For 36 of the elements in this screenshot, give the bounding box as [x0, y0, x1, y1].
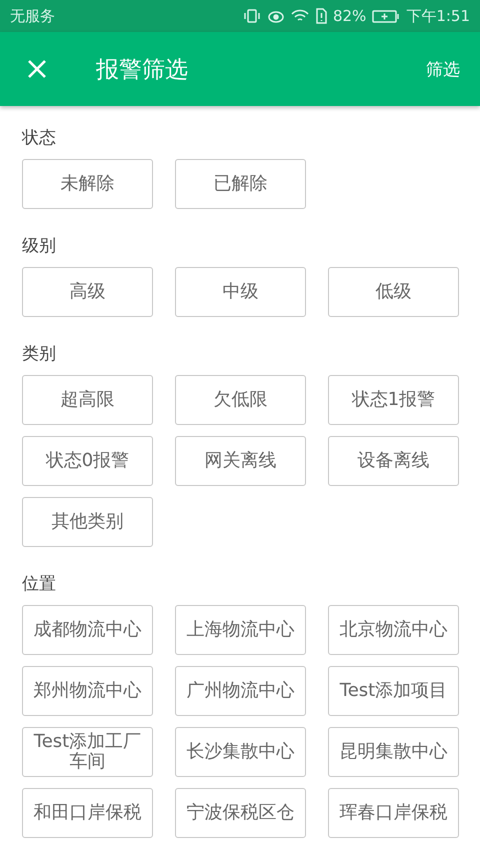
filter-option[interactable]: Test添加工厂车间 [22, 727, 153, 777]
filter-option[interactable]: 设备离线 [328, 436, 459, 486]
filter-option[interactable]: 长沙集散中心 [175, 727, 306, 777]
carrier-text: 无服务 [10, 6, 55, 26]
filter-option[interactable]: 网关离线 [175, 436, 306, 486]
filter-option[interactable]: 未解除 [22, 159, 153, 209]
close-icon [27, 59, 47, 79]
filter-option[interactable]: 高级 [22, 267, 153, 317]
battery-percent: 82% [332, 7, 366, 25]
filter-option[interactable]: 郑州物流中心 [22, 666, 153, 716]
filter-option[interactable]: 珲春口岸保税 [328, 788, 459, 838]
filter-option[interactable]: 宁波保税区仓 [175, 788, 306, 838]
section-title: 类别 [22, 343, 56, 365]
filter-option[interactable]: Test添加项目 [328, 666, 459, 716]
vibrate-icon [242, 8, 261, 24]
filter-option[interactable]: 超高限 [22, 375, 153, 425]
filter-option[interactable]: 和田口岸保税 [22, 788, 153, 838]
section-title: 状态 [22, 127, 56, 149]
page-title: 报警筛选 [96, 56, 188, 84]
filter-option[interactable]: 低级 [328, 267, 459, 317]
section-title: 级别 [22, 235, 56, 257]
filter-option[interactable]: 其他类别 [22, 497, 153, 547]
filter-option[interactable]: 昆明集散中心 [328, 727, 459, 777]
clock-text: 下午1:51 [406, 6, 470, 26]
filter-option[interactable]: 欠低限 [175, 375, 306, 425]
section-title: 位置 [22, 573, 56, 595]
filter-option[interactable]: 状态1报警 [328, 375, 459, 425]
filter-option[interactable]: 上海物流中心 [175, 605, 306, 655]
filter-option[interactable]: 状态0报警 [22, 436, 153, 486]
battery-icon [372, 8, 400, 24]
filter-option[interactable]: 中级 [175, 267, 306, 317]
sim-icon [314, 8, 327, 24]
filter-option[interactable]: 成都物流中心 [22, 605, 153, 655]
filter-option[interactable]: 已解除 [175, 159, 306, 209]
filter-option[interactable]: 广州物流中心 [175, 666, 306, 716]
filter-option[interactable]: 北京物流中心 [328, 605, 459, 655]
